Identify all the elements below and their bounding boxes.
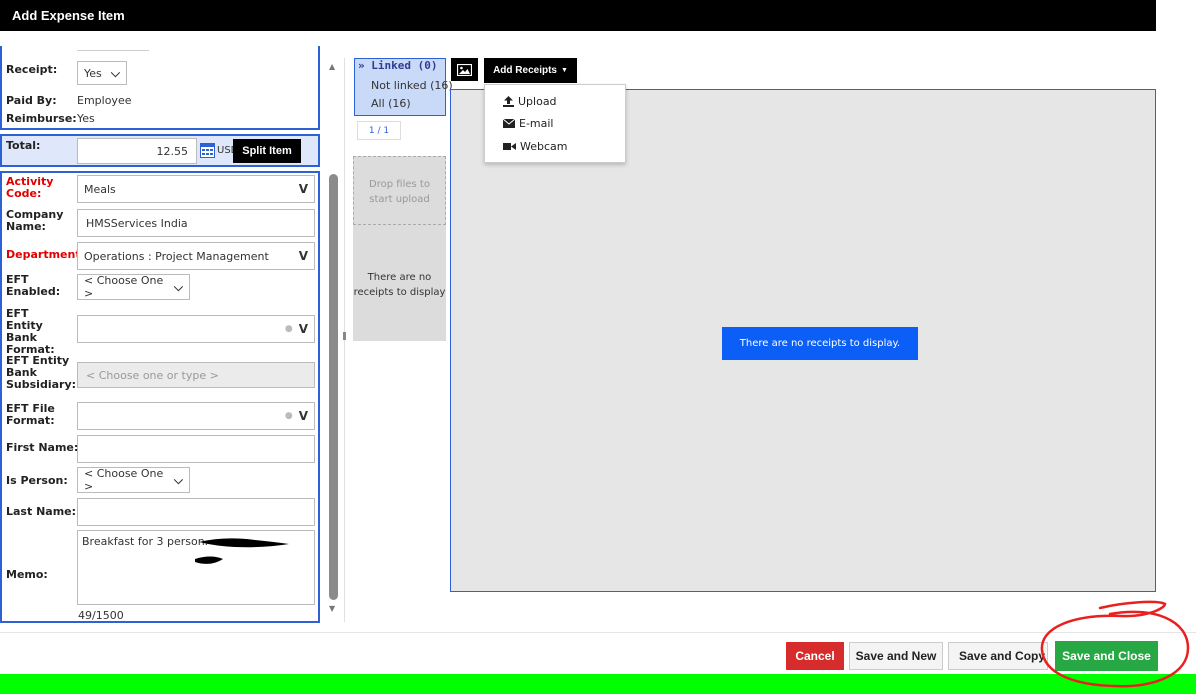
split-item-button[interactable]: Split Item: [233, 139, 301, 163]
menu-item-email[interactable]: E-mail: [503, 117, 554, 130]
total-label: Total:: [6, 139, 41, 152]
clear-icon[interactable]: ●: [285, 411, 293, 421]
no-receipts-side-text: There are no receipts to display: [353, 272, 446, 298]
add-receipts-label: Add Receipts: [493, 65, 557, 76]
menu-item-webcam-label: Webcam: [520, 140, 568, 153]
scroll-up-icon[interactable]: ▲: [329, 62, 335, 71]
image-view-button[interactable]: [451, 58, 478, 81]
cancel-button[interactable]: Cancel: [786, 642, 844, 670]
department-label: Department:: [6, 248, 85, 261]
add-receipts-menu: Upload E-mail Webcam: [484, 84, 626, 163]
pane-splitter[interactable]: [344, 58, 345, 622]
upload-icon: [503, 96, 514, 107]
memo-label: Memo:: [6, 568, 48, 581]
redaction-scribble: [195, 538, 289, 564]
chevron-down-icon: V: [298, 409, 308, 423]
is-person-value: < Choose One >: [84, 467, 164, 493]
eft-enabled-select[interactable]: < Choose One > ⌵: [77, 274, 190, 300]
image-icon: [457, 63, 472, 76]
activity-code-label: Activity Code:: [6, 175, 54, 200]
eft-entity-bank-format-select[interactable]: ● V: [77, 315, 315, 343]
caret-down-icon: ▼: [560, 67, 568, 74]
memo-char-count: 49/1500: [78, 609, 124, 622]
is-person-select[interactable]: < Choose One > ⌵: [77, 467, 190, 493]
menu-item-upload-label: Upload: [518, 95, 557, 108]
chevron-down-icon: ⌵: [173, 472, 183, 487]
chevron-down-icon: ⌵: [110, 65, 120, 80]
dialog-title: Add Expense Item: [0, 0, 1156, 31]
chevron-down-icon: V: [298, 182, 308, 196]
add-receipts-button[interactable]: Add Receipts ▼: [484, 58, 577, 83]
drop-zone[interactable]: Drop files to start upload: [353, 156, 446, 225]
filter-all[interactable]: All (16): [371, 97, 411, 110]
eft-enabled-value: < Choose One >: [84, 274, 164, 300]
chevron-down-icon: V: [298, 322, 308, 336]
first-name-label: First Name:: [6, 441, 79, 454]
menu-item-webcam[interactable]: Webcam: [503, 140, 568, 153]
total-input[interactable]: 12.55: [77, 138, 197, 164]
activity-code-value: Meals: [84, 182, 116, 196]
chevron-down-icon: ⌵: [173, 279, 183, 294]
paid-by-value: Employee: [77, 94, 132, 107]
save-and-new-button[interactable]: Save and New: [849, 642, 943, 670]
eft-entity-bank-subsidiary-label: EFT Entity Bank Subsidiary:: [6, 354, 77, 391]
is-person-label: Is Person:: [6, 474, 68, 487]
clear-icon[interactable]: ●: [285, 324, 293, 334]
footer-divider: [0, 632, 1196, 633]
no-receipts-banner: There are no receipts to display.: [722, 327, 918, 360]
menu-item-email-label: E-mail: [519, 117, 554, 130]
filter-linked[interactable]: » Linked (0): [358, 59, 437, 72]
eft-file-format-select[interactable]: ● V: [77, 402, 315, 430]
filter-not-linked[interactable]: Not linked (16): [371, 79, 453, 92]
filter-linked-label: Linked (0): [371, 59, 438, 72]
form-scrollbar-thumb[interactable]: [329, 174, 338, 600]
eft-file-format-label: EFT File Format:: [6, 402, 55, 427]
receipt-label: Receipt:: [6, 63, 58, 76]
video-camera-icon: [503, 143, 516, 150]
reimburse-value: Yes: [77, 112, 95, 125]
memo-text: Breakfast for 3 person.: [82, 535, 209, 548]
activity-code-select[interactable]: Meals V: [77, 175, 315, 203]
receipt-select-value: Yes: [84, 66, 102, 80]
company-name-input[interactable]: HMSServices India: [77, 209, 315, 237]
scroll-down-icon[interactable]: ▼: [329, 604, 335, 613]
status-bar: [0, 674, 1196, 694]
last-name-input[interactable]: [77, 498, 315, 526]
calculator-icon[interactable]: [200, 143, 215, 158]
menu-item-upload[interactable]: Upload: [503, 95, 557, 108]
paid-by-label: Paid By:: [6, 94, 57, 107]
eft-entity-bank-format-label: EFT Entity Bank Format:: [6, 307, 55, 356]
department-value: Operations : Project Management: [84, 249, 269, 263]
first-name-input[interactable]: [77, 435, 315, 463]
annotation-circle: [1040, 600, 1190, 688]
eft-entity-bank-subsidiary-input[interactable]: < Choose one or type >: [77, 362, 315, 388]
receipt-select[interactable]: Yes ⌵: [77, 61, 127, 85]
splitter-handle[interactable]: [343, 332, 346, 340]
envelope-icon: [503, 119, 515, 128]
reimburse-label: Reimburse:: [6, 112, 77, 125]
department-select[interactable]: Operations : Project Management V: [77, 242, 315, 270]
receipt-pager[interactable]: 1 / 1: [357, 121, 401, 140]
last-name-label: Last Name:: [6, 505, 77, 518]
company-name-label: Company Name:: [6, 208, 64, 233]
chevron-down-icon: V: [298, 249, 308, 263]
eft-enabled-label: EFT Enabled:: [6, 273, 61, 298]
double-chevron-right-icon: »: [358, 59, 365, 72]
